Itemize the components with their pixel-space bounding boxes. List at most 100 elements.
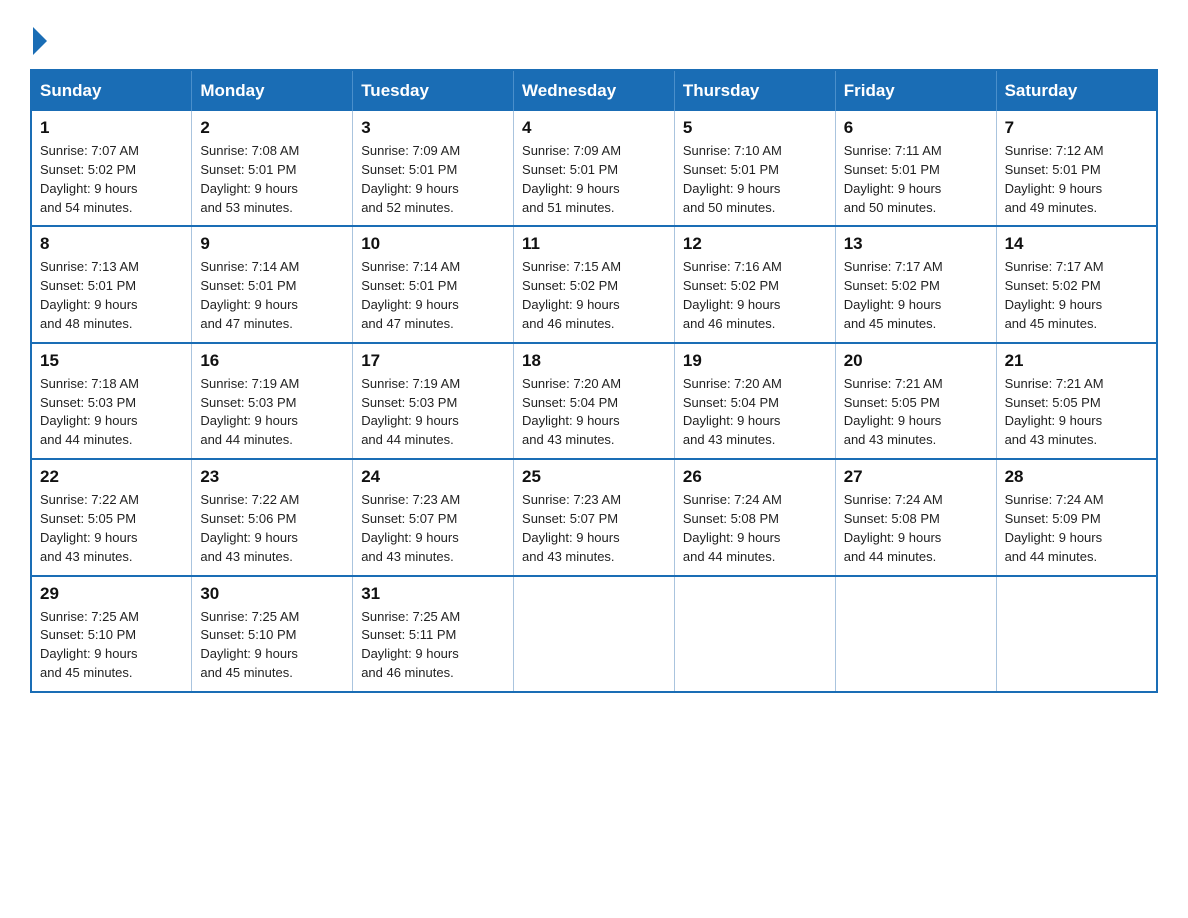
day-info: Sunrise: 7:07 AMSunset: 5:02 PMDaylight:… [40,143,139,215]
day-number: 17 [361,351,505,371]
day-info: Sunrise: 7:11 AMSunset: 5:01 PMDaylight:… [844,143,942,215]
day-info: Sunrise: 7:17 AMSunset: 5:02 PMDaylight:… [844,259,943,331]
calendar-week-row: 29 Sunrise: 7:25 AMSunset: 5:10 PMDaylig… [31,576,1157,692]
calendar-cell: 20 Sunrise: 7:21 AMSunset: 5:05 PMDaylig… [835,343,996,459]
day-info: Sunrise: 7:25 AMSunset: 5:10 PMDaylight:… [40,609,139,681]
day-number: 30 [200,584,344,604]
calendar-cell: 10 Sunrise: 7:14 AMSunset: 5:01 PMDaylig… [353,226,514,342]
calendar-cell: 16 Sunrise: 7:19 AMSunset: 5:03 PMDaylig… [192,343,353,459]
calendar-week-row: 8 Sunrise: 7:13 AMSunset: 5:01 PMDayligh… [31,226,1157,342]
calendar-cell: 11 Sunrise: 7:15 AMSunset: 5:02 PMDaylig… [514,226,675,342]
calendar-cell: 9 Sunrise: 7:14 AMSunset: 5:01 PMDayligh… [192,226,353,342]
day-number: 31 [361,584,505,604]
calendar-cell: 6 Sunrise: 7:11 AMSunset: 5:01 PMDayligh… [835,111,996,226]
column-header-monday: Monday [192,70,353,111]
day-info: Sunrise: 7:22 AMSunset: 5:06 PMDaylight:… [200,492,299,564]
calendar-cell: 14 Sunrise: 7:17 AMSunset: 5:02 PMDaylig… [996,226,1157,342]
day-info: Sunrise: 7:09 AMSunset: 5:01 PMDaylight:… [522,143,621,215]
day-number: 18 [522,351,666,371]
calendar-cell: 1 Sunrise: 7:07 AMSunset: 5:02 PMDayligh… [31,111,192,226]
day-info: Sunrise: 7:17 AMSunset: 5:02 PMDaylight:… [1005,259,1104,331]
day-number: 26 [683,467,827,487]
day-info: Sunrise: 7:10 AMSunset: 5:01 PMDaylight:… [683,143,782,215]
column-header-friday: Friday [835,70,996,111]
column-header-tuesday: Tuesday [353,70,514,111]
calendar-cell: 31 Sunrise: 7:25 AMSunset: 5:11 PMDaylig… [353,576,514,692]
calendar-cell: 23 Sunrise: 7:22 AMSunset: 5:06 PMDaylig… [192,459,353,575]
day-number: 12 [683,234,827,254]
calendar-week-row: 15 Sunrise: 7:18 AMSunset: 5:03 PMDaylig… [31,343,1157,459]
logo [30,20,47,51]
day-info: Sunrise: 7:19 AMSunset: 5:03 PMDaylight:… [200,376,299,448]
day-info: Sunrise: 7:25 AMSunset: 5:11 PMDaylight:… [361,609,460,681]
column-header-wednesday: Wednesday [514,70,675,111]
day-number: 28 [1005,467,1148,487]
day-number: 13 [844,234,988,254]
column-header-saturday: Saturday [996,70,1157,111]
day-number: 7 [1005,118,1148,138]
calendar-cell [674,576,835,692]
calendar-cell: 22 Sunrise: 7:22 AMSunset: 5:05 PMDaylig… [31,459,192,575]
day-number: 29 [40,584,183,604]
day-info: Sunrise: 7:24 AMSunset: 5:08 PMDaylight:… [844,492,943,564]
logo-arrow-icon [33,27,47,55]
day-info: Sunrise: 7:16 AMSunset: 5:02 PMDaylight:… [683,259,782,331]
calendar-week-row: 22 Sunrise: 7:22 AMSunset: 5:05 PMDaylig… [31,459,1157,575]
day-number: 11 [522,234,666,254]
column-header-sunday: Sunday [31,70,192,111]
calendar-cell: 15 Sunrise: 7:18 AMSunset: 5:03 PMDaylig… [31,343,192,459]
day-info: Sunrise: 7:24 AMSunset: 5:08 PMDaylight:… [683,492,782,564]
day-info: Sunrise: 7:14 AMSunset: 5:01 PMDaylight:… [361,259,460,331]
day-info: Sunrise: 7:25 AMSunset: 5:10 PMDaylight:… [200,609,299,681]
calendar-cell: 2 Sunrise: 7:08 AMSunset: 5:01 PMDayligh… [192,111,353,226]
calendar-cell: 3 Sunrise: 7:09 AMSunset: 5:01 PMDayligh… [353,111,514,226]
day-number: 6 [844,118,988,138]
day-info: Sunrise: 7:13 AMSunset: 5:01 PMDaylight:… [40,259,139,331]
day-info: Sunrise: 7:21 AMSunset: 5:05 PMDaylight:… [1005,376,1104,448]
calendar-cell: 29 Sunrise: 7:25 AMSunset: 5:10 PMDaylig… [31,576,192,692]
calendar-cell: 30 Sunrise: 7:25 AMSunset: 5:10 PMDaylig… [192,576,353,692]
day-number: 4 [522,118,666,138]
calendar-cell: 5 Sunrise: 7:10 AMSunset: 5:01 PMDayligh… [674,111,835,226]
day-number: 20 [844,351,988,371]
day-info: Sunrise: 7:21 AMSunset: 5:05 PMDaylight:… [844,376,943,448]
day-number: 24 [361,467,505,487]
calendar-cell: 28 Sunrise: 7:24 AMSunset: 5:09 PMDaylig… [996,459,1157,575]
calendar-cell: 21 Sunrise: 7:21 AMSunset: 5:05 PMDaylig… [996,343,1157,459]
calendar-cell: 4 Sunrise: 7:09 AMSunset: 5:01 PMDayligh… [514,111,675,226]
calendar-cell: 12 Sunrise: 7:16 AMSunset: 5:02 PMDaylig… [674,226,835,342]
day-info: Sunrise: 7:20 AMSunset: 5:04 PMDaylight:… [683,376,782,448]
calendar-week-row: 1 Sunrise: 7:07 AMSunset: 5:02 PMDayligh… [31,111,1157,226]
day-number: 23 [200,467,344,487]
day-info: Sunrise: 7:12 AMSunset: 5:01 PMDaylight:… [1005,143,1104,215]
calendar-cell [835,576,996,692]
day-number: 27 [844,467,988,487]
calendar-cell: 24 Sunrise: 7:23 AMSunset: 5:07 PMDaylig… [353,459,514,575]
calendar-cell: 25 Sunrise: 7:23 AMSunset: 5:07 PMDaylig… [514,459,675,575]
day-number: 8 [40,234,183,254]
day-number: 19 [683,351,827,371]
day-number: 5 [683,118,827,138]
day-number: 16 [200,351,344,371]
day-number: 1 [40,118,183,138]
day-number: 25 [522,467,666,487]
calendar-cell: 26 Sunrise: 7:24 AMSunset: 5:08 PMDaylig… [674,459,835,575]
day-info: Sunrise: 7:23 AMSunset: 5:07 PMDaylight:… [522,492,621,564]
day-number: 15 [40,351,183,371]
calendar-cell: 13 Sunrise: 7:17 AMSunset: 5:02 PMDaylig… [835,226,996,342]
calendar-cell: 19 Sunrise: 7:20 AMSunset: 5:04 PMDaylig… [674,343,835,459]
day-info: Sunrise: 7:14 AMSunset: 5:01 PMDaylight:… [200,259,299,331]
page-header [30,20,1158,51]
day-number: 2 [200,118,344,138]
calendar-cell [996,576,1157,692]
day-number: 9 [200,234,344,254]
day-number: 21 [1005,351,1148,371]
calendar-cell: 18 Sunrise: 7:20 AMSunset: 5:04 PMDaylig… [514,343,675,459]
column-header-thursday: Thursday [674,70,835,111]
day-info: Sunrise: 7:09 AMSunset: 5:01 PMDaylight:… [361,143,460,215]
day-info: Sunrise: 7:20 AMSunset: 5:04 PMDaylight:… [522,376,621,448]
day-number: 14 [1005,234,1148,254]
calendar-table: SundayMondayTuesdayWednesdayThursdayFrid… [30,69,1158,693]
calendar-cell: 7 Sunrise: 7:12 AMSunset: 5:01 PMDayligh… [996,111,1157,226]
day-info: Sunrise: 7:19 AMSunset: 5:03 PMDaylight:… [361,376,460,448]
